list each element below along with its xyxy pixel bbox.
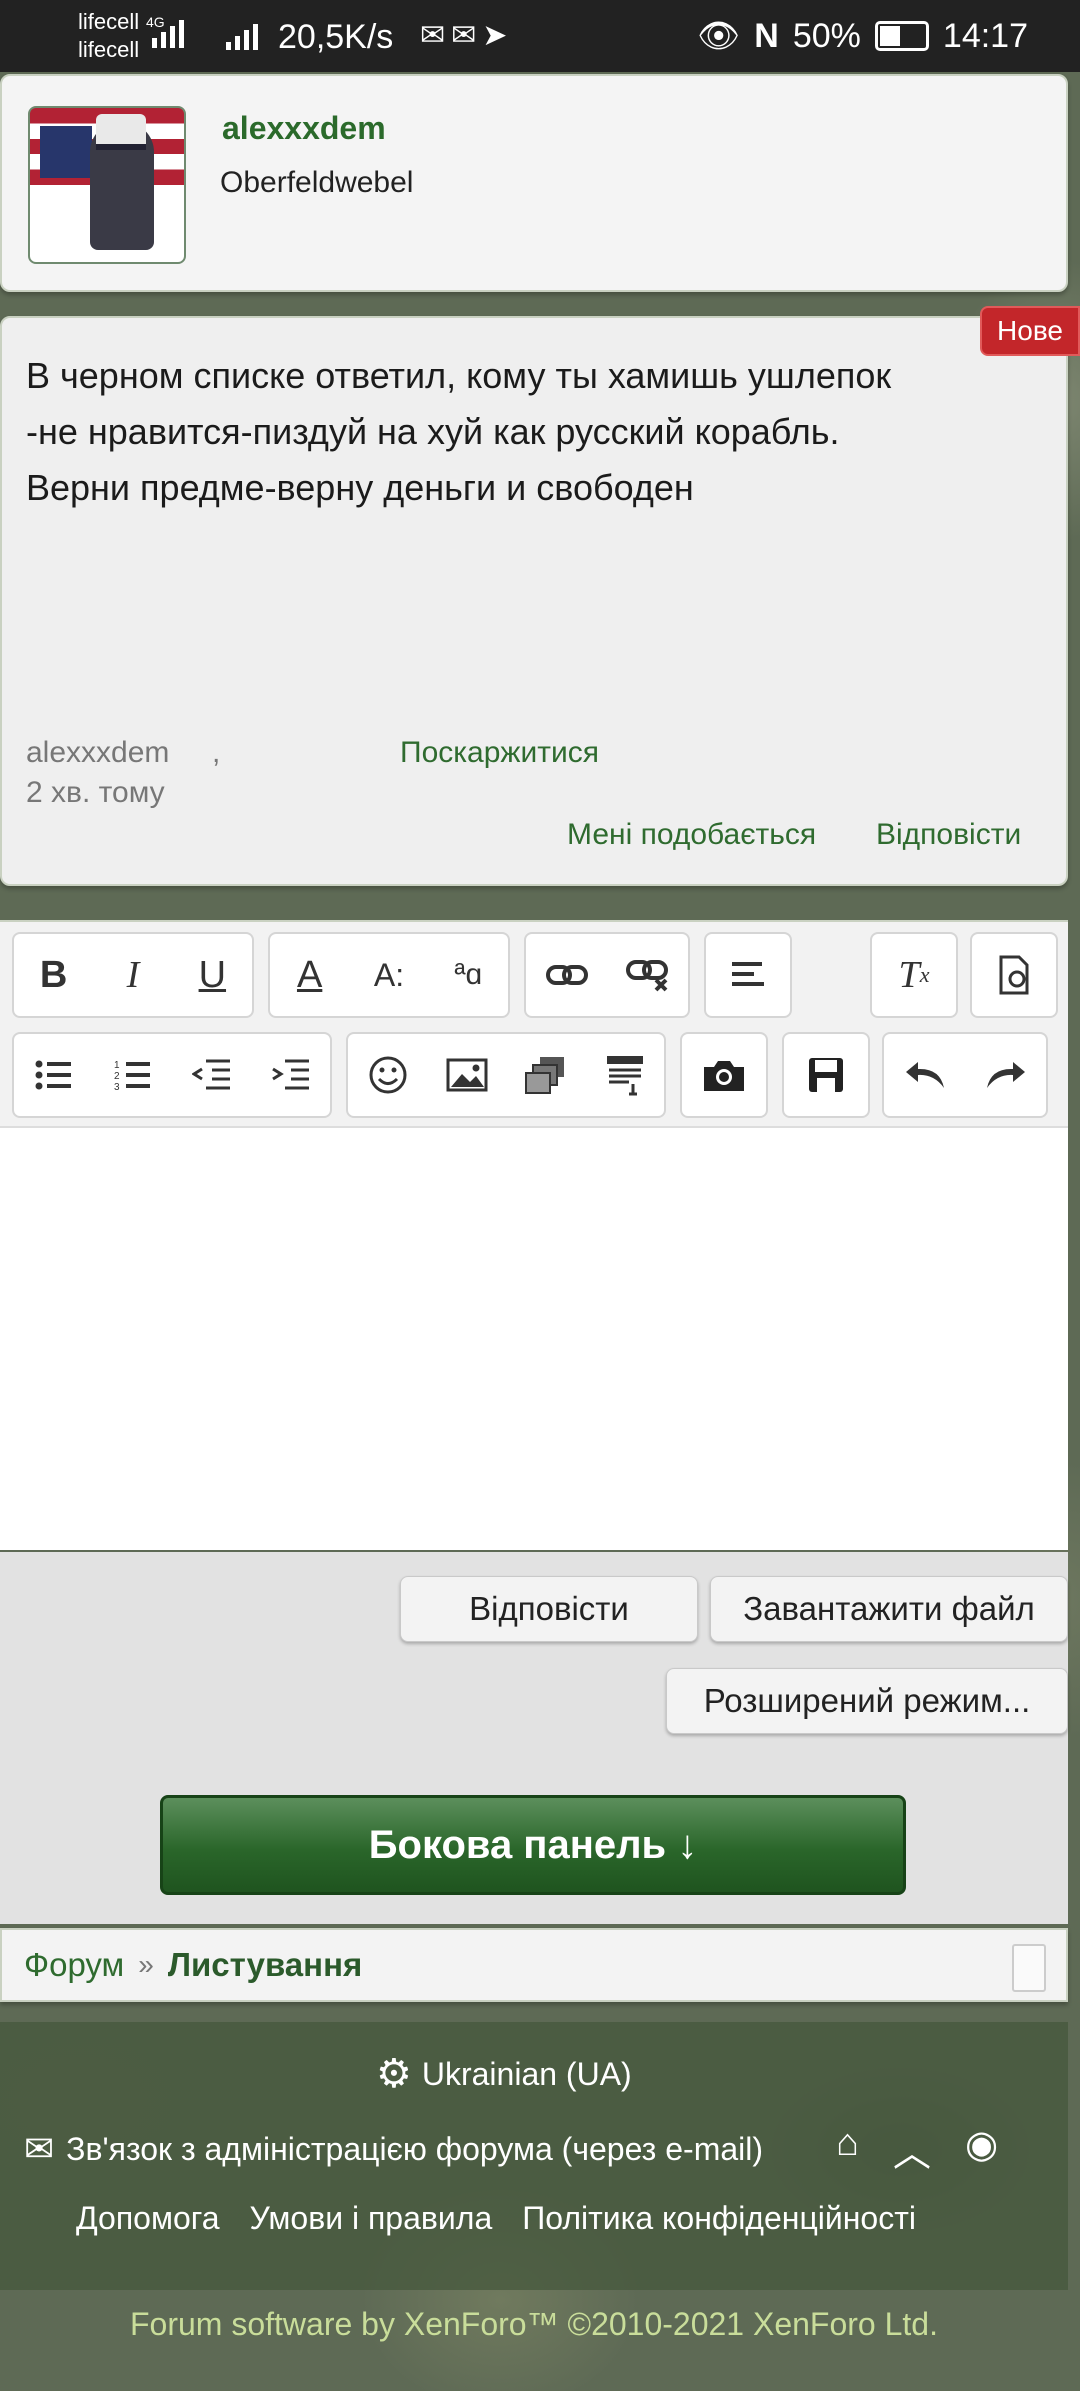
reply-link[interactable]: Відповісти [876,818,1021,852]
save-draft-icon[interactable] [794,1043,858,1107]
toggle-bbcode-icon[interactable] [982,943,1046,1007]
notification-icons: ✉✉➤ [420,18,513,53]
copyright-text[interactable]: Forum software by XenForo™ ©2010-2021 Xe… [0,2306,1068,2343]
advanced-mode-button[interactable]: Розширений режим... [666,1668,1068,1734]
message-author-link[interactable]: alexxxdem [26,736,169,770]
link-icon[interactable] [535,943,599,1007]
sidebar-toggle-button[interactable]: Бокова панель ↓ [160,1795,906,1895]
text-style-group: B I U [12,932,254,1018]
author-separator: , [212,736,221,769]
history-group [882,1032,1048,1118]
message-input[interactable] [0,1128,1068,1548]
battery-percent: 50% [792,16,861,55]
new-badge: Нове [980,306,1080,356]
nfc-icon: N [754,16,779,55]
language-chooser[interactable]: ⚙ Ukrainian (UA) [376,2054,632,2094]
reply-controls: Відповісти Завантажити файл Розширений р… [0,1552,1068,1924]
remove-format-group: Tx [870,932,958,1018]
network-speed: 20,5K/s [278,18,394,56]
text-color-icon[interactable]: A [278,943,342,1007]
eye-icon: 👁 [697,17,741,55]
align-icon[interactable] [716,943,780,1007]
camera-icon[interactable] [692,1043,756,1107]
terms-link[interactable]: Умови і правила [250,2200,493,2237]
message-line: В черном списке ответил, кому ты хамишь … [26,355,892,396]
bold-icon[interactable]: B [22,943,86,1007]
carrier-1: lifecell [78,9,140,34]
status-bar: lifecell lifecell 4G 20,5K/s ✉✉➤ 👁 N 50%… [0,0,1080,72]
redo-icon[interactable] [974,1043,1038,1107]
message-post: В черном списке ответил, кому ты хамишь … [0,316,1068,886]
avatar[interactable] [28,106,186,264]
insert-icon[interactable] [593,1043,657,1107]
svg-text:2: 2 [114,1071,120,1082]
reply-button[interactable]: Відповісти [400,1576,698,1642]
indent-icon[interactable] [259,1043,323,1107]
smilie-icon[interactable] [356,1043,420,1107]
bullet-list-icon[interactable] [22,1043,86,1107]
unlink-icon[interactable] [616,943,680,1007]
numbered-list-icon[interactable]: 123 [101,1043,165,1107]
mail-icon-2: ✉ [451,19,483,52]
username-link[interactable]: alexxxdem [222,110,386,147]
chevron-up-icon[interactable]: ︿ [893,2122,931,2177]
signal-icon-2 [226,20,258,50]
battery-icon [874,21,929,51]
bbcode-group [970,932,1058,1018]
status-right: 👁 N 50% 14:17 [697,16,1028,56]
breadcrumb-forum-link[interactable]: Форум [24,1946,124,1984]
message-body: В черном списке ответил, кому ты хамишь … [26,348,1046,516]
carrier-2: lifecell [78,37,140,62]
draft-group [782,1032,870,1118]
home-icon[interactable]: ⌂ [836,2122,859,2177]
svg-text:1: 1 [114,1060,120,1071]
user-title: Oberfeldwebel [220,166,414,199]
underline-icon[interactable]: U [180,943,244,1007]
mail-icon: ✉ [24,2128,55,2169]
message-line: Верни предме-верну деньги и свободен [26,467,694,508]
footer-icons: ⌂ ︿ ◉ [836,2122,998,2177]
image-icon[interactable] [435,1043,499,1107]
footer-links: Допомога Умови і правила Політика конфід… [76,2200,916,2237]
mail-icon: ✉ [420,19,452,52]
carrier-names: lifecell lifecell [78,8,139,64]
camera-group [680,1032,768,1118]
font-size-icon[interactable]: A: [357,943,421,1007]
undo-icon[interactable] [893,1043,957,1107]
breadcrumb-current[interactable]: Листування [168,1946,362,1984]
remove-format-icon[interactable]: Tx [882,943,946,1007]
clock: 14:17 [942,16,1028,55]
upload-file-button[interactable]: Завантажити файл [710,1576,1068,1642]
editor-toolbar: B I U A A: ªɑ Tx 1 2 3 [0,922,1068,1128]
privacy-link[interactable]: Політика конфіденційності [522,2200,916,2237]
rss-icon[interactable]: ◉ [965,2122,998,2177]
link-group [524,932,690,1018]
telegram-icon: ➤ [482,19,514,52]
contact-label: Зв'язок з адміністрацією форума (через e… [66,2130,764,2167]
help-link[interactable]: Допомога [76,2200,220,2237]
list-group: 123 [12,1032,332,1118]
report-link[interactable]: Поскаржитися [400,736,599,770]
breadcrumb-separator: » [138,1949,154,1980]
insert-group [346,1032,666,1118]
gear-icon: ⚙ [376,2052,412,2096]
svg-text:3: 3 [114,1082,120,1092]
outdent-icon[interactable] [180,1043,244,1107]
media-icon[interactable] [514,1043,578,1107]
breadcrumb: Форум » Листування [0,1928,1068,2002]
page-icon[interactable] [1012,1944,1046,1992]
language-label: Ukrainian (UA) [421,2055,632,2092]
align-group [704,932,792,1018]
font-family-icon[interactable]: ªɑ [436,943,500,1007]
italic-icon[interactable]: I [101,943,165,1007]
font-group: A A: ªɑ [268,932,510,1018]
like-link[interactable]: Мені подобається [567,818,816,852]
user-profile-card: alexxxdem Oberfeldwebel [0,74,1068,292]
footer: ⚙ Ukrainian (UA) ✉ Зв'язок з адміністрац… [0,2022,1068,2290]
reply-editor: B I U A A: ªɑ Tx 1 2 3 [0,920,1068,1550]
signal-icon [152,16,184,48]
message-timestamp[interactable]: 2 хв. тому [26,776,165,810]
contact-link[interactable]: ✉ Зв'язок з адміністрацією форума (через… [24,2128,763,2170]
message-line: -не нравится-пиздуй на хуй как русский к… [26,411,840,452]
